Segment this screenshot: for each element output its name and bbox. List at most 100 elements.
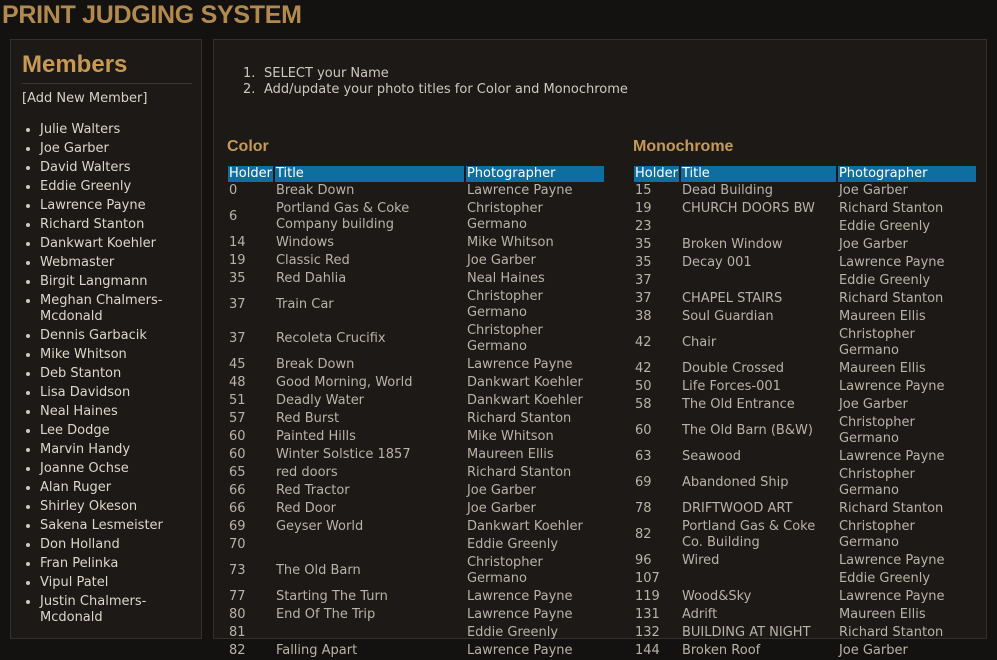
table-row[interactable]: 37 Eddie Greenly [634,272,976,290]
member-item[interactable]: Lisa Davidson [11,385,180,401]
table-row[interactable]: 45 Break Down Lawrence Payne [228,356,604,374]
table-row[interactable]: 35 Decay 001 Lawrence Payne [634,254,976,272]
title-cell: Break Down [275,357,355,372]
table-row[interactable]: 119 Wood&Sky Lawrence Payne [634,588,976,606]
table-row[interactable]: 37 Recoleta Crucifix Christopher Germano [228,322,604,356]
member-item[interactable]: Alan Ruger [11,480,180,496]
main-panel: 1. SELECT your Name 2. Add/update your pho… [213,39,987,658]
member-item[interactable]: Deb Stanton [11,366,180,382]
table-row[interactable]: 42 Chair Christopher Germano [634,326,976,360]
monochrome-heading: Monochrome [633,138,734,155]
member-item[interactable]: Joanne Ochse [11,461,180,477]
member-item[interactable]: Joe Garber [11,141,180,157]
photographer-cell: Christopher Germano [466,555,543,586]
table-row[interactable]: 63 Seawood Lawrence Payne [634,448,976,466]
photographer-cell: Joe Garber [466,483,536,498]
holder-cell: 23 [635,219,652,234]
member-item[interactable]: Birgit Langmann [11,274,180,290]
table-row[interactable]: 14 Windows Mike Whitson [228,234,604,252]
table-row[interactable]: 77 Starting The Turn Lawrence Payne [228,588,604,606]
title-cell: Abandoned Ship [681,475,789,490]
member-item[interactable]: Julie Walters [11,122,180,138]
member-item[interactable]: Richard Stanton [11,217,180,233]
title-column-header[interactable]: Title [680,166,836,182]
table-row[interactable]: 38 Soul Guardian Maureen Ellis [634,308,976,326]
title-cell: Good Morning, World [275,375,413,390]
table-row[interactable]: 57 Red Burst Richard Stanton [228,410,604,428]
table-row[interactable]: 144 Broken Roof Joe Garber [634,642,976,660]
holder-cell: 50 [635,379,652,394]
member-item[interactable]: Justin Chalmers-Mcdonald [11,594,180,626]
member-item[interactable]: Meghan Chalmers-Mcdonald [11,293,180,325]
table-row[interactable]: 82 Portland Gas & Coke Co. Building Christ… [634,518,976,552]
member-item[interactable]: Dennis Garbacik [11,328,180,344]
member-item[interactable]: Lawrence Payne [11,198,180,214]
table-row[interactable]: 35 Red Dahlia Neal Haines [228,270,604,288]
member-item[interactable]: Fran Pelinka [11,556,180,572]
table-row[interactable]: 58 The Old Entrance Joe Garber [634,396,976,414]
member-item[interactable]: Dankwart Koehler [11,236,180,252]
table-row[interactable]: 35 Broken Window Joe Garber [634,236,976,254]
member-item[interactable]: Webmaster [11,255,180,271]
table-row[interactable]: 37 CHAPEL STAIRS Richard Stanton [634,290,976,308]
photographer-cell: Dankwart Koehler [466,375,583,390]
table-row[interactable]: 60 Winter Solstice 1857 Maureen Ellis [228,446,604,464]
table-row[interactable]: 96 Wired Lawrence Payne [634,552,976,570]
table-row[interactable]: 78 DRIFTWOOD ART Richard Stanton [634,500,976,518]
holder-cell: 82 [229,643,246,658]
table-row[interactable]: 19 CHURCH DOORS BW Richard Stanton [634,200,976,218]
add-new-member-link[interactable]: [Add New Member] [22,91,147,106]
table-row[interactable]: 81 Eddie Greenly [228,624,604,642]
title-cell: Life Forces-001 [681,379,781,394]
instructions: 1. SELECT your Name 2. Add/update your pho… [243,66,628,98]
table-row[interactable]: 131 Adrift Maureen Ellis [634,606,976,624]
title-column-header[interactable]: Title [274,166,464,182]
member-item[interactable]: Lee Dodge [11,423,180,439]
holder-cell: 66 [229,501,246,516]
member-item[interactable]: Mike Whitson [11,347,180,363]
member-item[interactable]: Eddie Greenly [11,179,180,195]
table-row[interactable]: 82 Falling Apart Lawrence Payne [228,642,604,660]
photographer-column-header[interactable]: Photographer [465,166,604,182]
title-cell: Red Door [275,501,337,516]
table-row[interactable]: 65 red doors Richard Stanton [228,464,604,482]
table-row[interactable]: 69 Geyser World Dankwart Koehler [228,518,604,536]
table-row[interactable]: 23 Eddie Greenly [634,218,976,236]
table-row[interactable]: 0 Break Down Lawrence Payne [228,182,604,200]
title-cell: Painted Hills [275,429,356,444]
photographer-cell: Joe Garber [838,643,908,658]
photographer-column-header[interactable]: Photographer [837,166,976,182]
member-item[interactable]: David Walters [11,160,180,176]
title-cell: Decay 001 [681,255,752,270]
holder-cell: 37 [229,331,246,346]
table-row[interactable]: 51 Deadly Water Dankwart Koehler [228,392,604,410]
table-row[interactable]: 73 The Old Barn Christopher Germano [228,554,604,588]
table-row[interactable]: 6 Portland Gas & Coke Company building Chr… [228,200,604,234]
photographer-cell: Dankwart Koehler [466,393,583,408]
member-item[interactable]: Marvin Handy [11,442,180,458]
table-row[interactable]: 37 Train Car Christopher Germano [228,288,604,322]
table-row[interactable]: 50 Life Forces-001 Lawrence Payne [634,378,976,396]
table-row[interactable]: 48 Good Morning, World Dankwart Koehler [228,374,604,392]
member-item[interactable]: Don Holland [11,537,180,553]
holder-column-header[interactable]: Holder [228,166,273,182]
table-row[interactable]: 69 Abandoned Ship Christopher Germano [634,466,976,500]
member-item[interactable]: Vipul Patel [11,575,180,591]
table-row[interactable]: 42 Double Crossed Maureen Ellis [634,360,976,378]
member-item[interactable]: Shirley Okeson [11,499,180,515]
table-row[interactable]: 66 Red Door Joe Garber [228,500,604,518]
table-row[interactable]: 19 Classic Red Joe Garber [228,252,604,270]
table-row[interactable]: 80 End Of The Trip Lawrence Payne [228,606,604,624]
member-item[interactable]: Sakena Lesmeister [11,518,180,534]
member-item[interactable]: Neal Haines [11,404,180,420]
holder-column-header[interactable]: Holder [634,166,679,182]
table-row[interactable]: 132 BUILDING AT NIGHT Richard Stanton [634,624,976,642]
photographer-cell: Christopher Germano [838,467,915,498]
table-row[interactable]: 60 Painted Hills Mike Whitson [228,428,604,446]
table-row[interactable]: 15 Dead Building Joe Garber [634,182,976,200]
table-row[interactable]: 107 Eddie Greenly [634,570,976,588]
table-row[interactable]: 66 Red Tractor Joe Garber [228,482,604,500]
title-cell [681,272,836,290]
table-row[interactable]: 60 The Old Barn (B&W) Christopher Germano [634,414,976,448]
table-row[interactable]: 70 Eddie Greenly [228,536,604,554]
